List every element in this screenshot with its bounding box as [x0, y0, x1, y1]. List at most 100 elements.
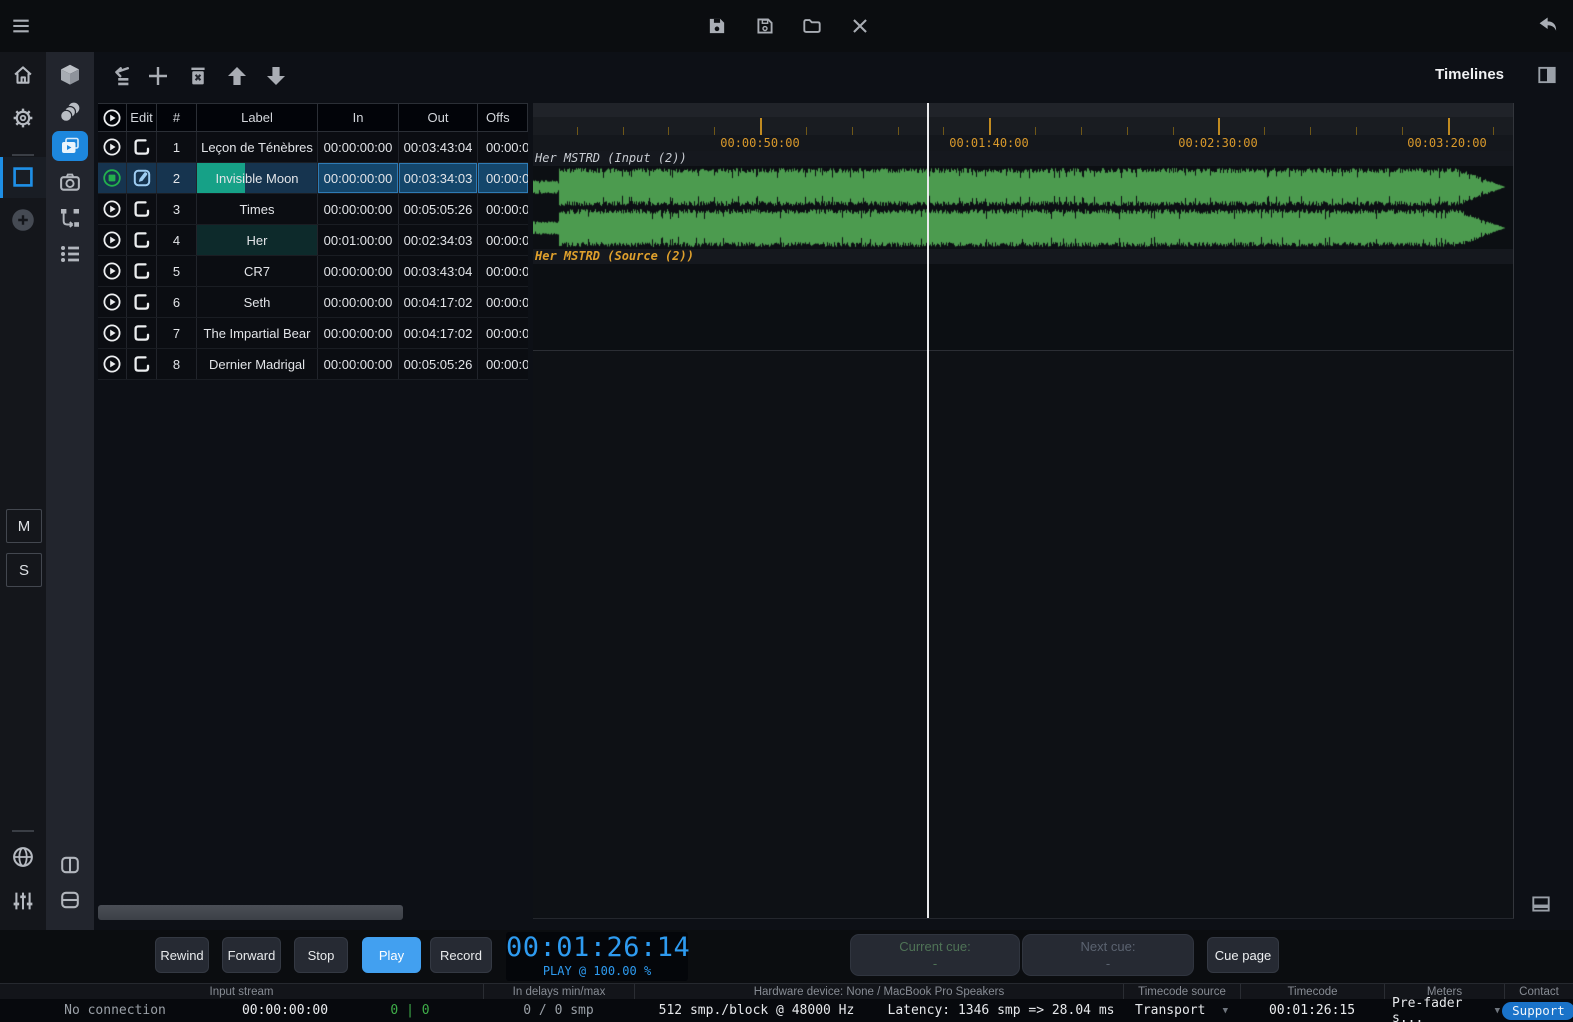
row-out-time[interactable]: 00:05:05:26: [399, 349, 478, 379]
row-offset-time[interactable]: 00:00:0: [478, 132, 528, 162]
row-number[interactable]: 5: [157, 256, 197, 286]
row-edit-button[interactable]: [127, 163, 157, 193]
track2-header[interactable]: Her MSTRD (Source (2)): [533, 249, 1513, 264]
row-offset-time[interactable]: 00:00:0: [478, 287, 528, 317]
table-row[interactable]: 4Her00:01:00:0000:02:34:0300:00:0: [98, 225, 528, 256]
settings-gear-icon[interactable]: [11, 106, 35, 130]
row-out-time[interactable]: 00:03:43:04: [399, 256, 478, 286]
row-edit-button[interactable]: [127, 194, 157, 224]
table-row[interactable]: 8Dernier Madrigal00:00:00:0000:05:05:260…: [98, 349, 528, 380]
row-play-button[interactable]: [98, 194, 127, 224]
toggle-side-panel-icon[interactable]: [1536, 64, 1558, 86]
table-row[interactable]: 7The Impartial Bear00:00:00:0000:04:17:0…: [98, 318, 528, 349]
row-in-time[interactable]: 00:00:00:00: [318, 132, 399, 162]
delete-row-icon[interactable]: [186, 64, 210, 88]
row-label[interactable]: Invisible Moon: [197, 163, 318, 193]
row-offset-time[interactable]: 00:00:0: [478, 349, 528, 379]
row-in-time[interactable]: 00:00:00:00: [318, 163, 399, 193]
row-offset-time[interactable]: 00:00:0: [478, 256, 528, 286]
camera-icon[interactable]: [58, 170, 82, 194]
row-number[interactable]: 8: [157, 349, 197, 379]
row-number[interactable]: 4: [157, 225, 197, 255]
row-label[interactable]: Seth: [197, 287, 318, 317]
row-label[interactable]: Her: [197, 225, 318, 255]
row-in-time[interactable]: 00:00:00:00: [318, 287, 399, 317]
row-edit-button[interactable]: [127, 225, 157, 255]
close-icon[interactable]: [849, 15, 871, 37]
table-row[interactable]: 1Leçon de Ténèbres00:00:00:0000:03:43:04…: [98, 132, 528, 163]
row-label[interactable]: Times: [197, 194, 318, 224]
solo-button[interactable]: S: [6, 553, 42, 587]
undo-icon[interactable]: [1535, 14, 1557, 36]
row-out-time[interactable]: 00:02:34:03: [399, 225, 478, 255]
row-out-time[interactable]: 00:03:34:03: [399, 163, 478, 193]
row-label[interactable]: The Impartial Bear: [197, 318, 318, 348]
list-icon[interactable]: [58, 242, 82, 266]
add-row-icon[interactable]: [146, 64, 170, 88]
support-button[interactable]: Support: [1502, 1002, 1573, 1020]
row-in-time[interactable]: 00:00:00:00: [318, 256, 399, 286]
row-edit-button[interactable]: [127, 287, 157, 317]
tab-playlists-active[interactable]: [52, 131, 88, 161]
transport-rewind-button[interactable]: Rewind: [155, 937, 209, 973]
row-label[interactable]: CR7: [197, 256, 318, 286]
playhead-cursor[interactable]: [927, 103, 929, 918]
row-number[interactable]: 6: [157, 287, 197, 317]
row-edit-button[interactable]: [127, 132, 157, 162]
row-offset-time[interactable]: 00:00:0: [478, 225, 528, 255]
meters-dropdown[interactable]: Pre-fader s... ▼: [1384, 999, 1504, 1022]
routing-flow-icon[interactable]: [58, 206, 82, 230]
hamburger-menu-icon[interactable]: [10, 15, 32, 37]
table-row[interactable]: 6Seth00:00:00:0000:04:17:0200:00:0: [98, 287, 528, 318]
add-workspace-icon[interactable]: [11, 208, 35, 232]
transport-stop-button[interactable]: Stop: [294, 937, 348, 973]
move-up-icon[interactable]: [225, 64, 249, 88]
row-in-time[interactable]: 00:00:00:00: [318, 318, 399, 348]
transport-forward-button[interactable]: Forward: [222, 937, 281, 973]
row-number[interactable]: 7: [157, 318, 197, 348]
row-stop-button[interactable]: [98, 163, 127, 193]
row-play-button[interactable]: [98, 287, 127, 317]
timeline-empty-area[interactable]: [533, 350, 1513, 919]
row-label[interactable]: Dernier Madrigal: [197, 349, 318, 379]
open-folder-icon[interactable]: [801, 15, 823, 37]
row-offset-time[interactable]: 00:00:0: [478, 318, 528, 348]
waveform-track1[interactable]: [533, 166, 1513, 249]
scrollbar-thumb[interactable]: [98, 905, 403, 920]
row-play-button[interactable]: [98, 132, 127, 162]
row-play-button[interactable]: [98, 256, 127, 286]
row-in-time[interactable]: 00:00:00:00: [318, 194, 399, 224]
split-vertical-icon[interactable]: [58, 853, 82, 877]
mute-button[interactable]: M: [6, 509, 42, 543]
track2-body[interactable]: [533, 265, 1513, 350]
timecode-source-dropdown[interactable]: Transport ▼: [1123, 999, 1240, 1022]
globe-icon[interactable]: [11, 845, 35, 869]
row-number[interactable]: 2: [157, 163, 197, 193]
row-out-time[interactable]: 00:05:05:26: [399, 194, 478, 224]
row-play-button[interactable]: [98, 349, 127, 379]
row-offset-time[interactable]: 00:00:0: [478, 194, 528, 224]
save-icon[interactable]: [706, 15, 728, 37]
row-out-time[interactable]: 00:03:43:04: [399, 132, 478, 162]
row-label[interactable]: Leçon de Ténèbres: [197, 132, 318, 162]
table-row[interactable]: 3Times00:00:00:0000:05:05:2600:00:0: [98, 194, 528, 225]
row-offset-time[interactable]: 00:00:0: [478, 163, 528, 193]
track1-header[interactable]: Her MSTRD (Input (2)): [533, 151, 1513, 166]
3d-cube-icon[interactable]: [58, 63, 82, 87]
table-row[interactable]: 5CR700:00:00:0000:03:43:0400:00:0: [98, 256, 528, 287]
transport-play-button[interactable]: Play: [362, 937, 421, 973]
timeline-ruler[interactable]: [533, 103, 1513, 135]
row-play-button[interactable]: [98, 318, 127, 348]
row-play-button[interactable]: [98, 225, 127, 255]
row-edit-button[interactable]: [127, 318, 157, 348]
media-discs-icon[interactable]: [58, 100, 82, 124]
row-number[interactable]: 1: [157, 132, 197, 162]
next-cue-button[interactable]: Next cue: -: [1022, 934, 1194, 976]
row-edit-button[interactable]: [127, 256, 157, 286]
sidebar-item-workspace-active[interactable]: [0, 157, 46, 198]
row-number[interactable]: 3: [157, 194, 197, 224]
move-out-icon[interactable]: [108, 64, 132, 88]
move-down-icon[interactable]: [264, 64, 288, 88]
row-in-time[interactable]: 00:00:00:00: [318, 349, 399, 379]
transport-record-button[interactable]: Record: [430, 937, 492, 973]
